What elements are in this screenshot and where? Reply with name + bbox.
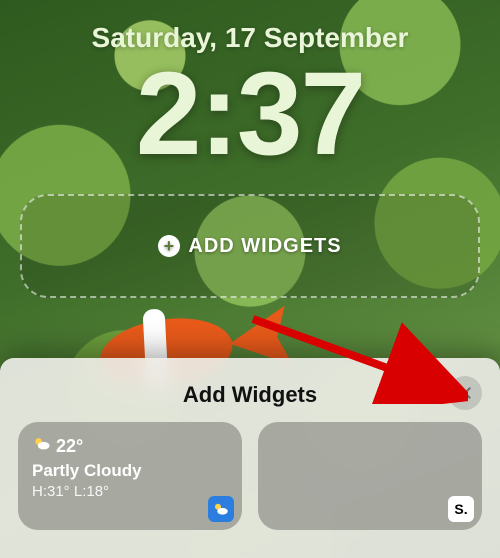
add-widgets-label: ADD WIDGETS (188, 235, 341, 258)
app-badge-s: S. (448, 496, 474, 522)
close-icon (457, 385, 473, 401)
add-widgets-sheet: Add Widgets 22° Partly Cl (0, 358, 500, 558)
close-button[interactable] (448, 376, 482, 410)
sheet-title: Add Widgets (18, 382, 482, 408)
widget-suggestions-row: 22° Partly Cloudy H:31° L:18° S. (18, 422, 482, 530)
weather-widget-card[interactable]: 22° Partly Cloudy H:31° L:18° (18, 422, 242, 530)
weather-temp: 22° (56, 436, 83, 457)
weather-app-badge (208, 496, 234, 522)
lockscreen-time[interactable]: 2:37 (0, 46, 500, 182)
partly-cloudy-icon (32, 434, 52, 459)
sheet-header: Add Widgets (18, 372, 482, 422)
weather-hilo: H:31° L:18° (32, 483, 228, 500)
weather-condition: Partly Cloudy (32, 461, 228, 481)
add-widgets-slot[interactable]: + ADD WIDGETS (20, 194, 480, 298)
weather-temp-row: 22° (32, 434, 228, 459)
widget-card-2[interactable]: S. (258, 422, 482, 530)
lockscreen-wallpaper: Saturday, 17 September 2:37 + ADD WIDGET… (0, 0, 500, 558)
weather-app-icon (212, 500, 230, 518)
plus-circle-icon: + (158, 235, 180, 257)
